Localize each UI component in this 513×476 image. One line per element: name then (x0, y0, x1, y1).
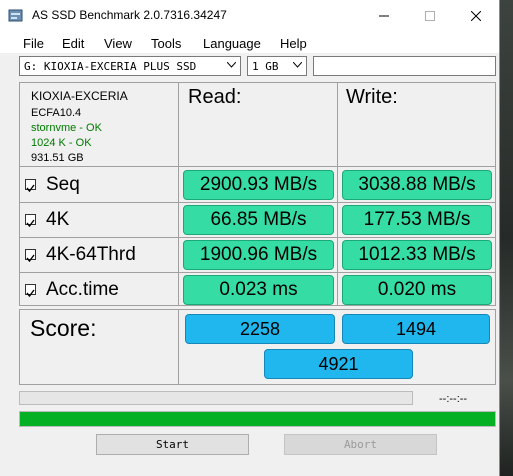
menu-edit[interactable]: Edit (62, 36, 84, 51)
seq-checkbox[interactable] (25, 179, 36, 193)
score-read: 2258 (185, 314, 335, 344)
window-title: AS SSD Benchmark 2.0.7316.34247 (32, 8, 227, 22)
grid-divider (19, 202, 496, 203)
drive-firmware: ECFA10.4 (31, 107, 82, 119)
checkmark-icon (26, 184, 35, 193)
menu-view[interactable]: View (104, 36, 132, 51)
drive-capacity: 931.51 GB (31, 152, 84, 164)
seq-label: Seq (46, 174, 80, 195)
abort-button-label: Abort (343, 438, 378, 451)
menu-tools[interactable]: Tools (151, 36, 181, 51)
driver-status: stornvme - OK (31, 122, 102, 134)
app-window: AS SSD Benchmark 2.0.7316.34247 File Edi… (0, 0, 500, 476)
checkmark-icon (26, 254, 35, 263)
menu-file[interactable]: File (23, 36, 44, 51)
close-button[interactable] (453, 0, 499, 31)
maximize-icon (425, 10, 435, 21)
score-write: 1494 (342, 314, 490, 344)
menu-language[interactable]: Language (203, 36, 261, 51)
acctime-checkbox[interactable] (25, 284, 36, 298)
name-input[interactable] (313, 56, 496, 76)
score-label: Score: (30, 315, 97, 341)
menu-bar: File Edit View Tools Language Help (0, 31, 499, 53)
acctime-write-result: 0.020 ms (342, 275, 492, 305)
4k-write-value: 177.53 MB/s (363, 209, 471, 230)
grid-divider (19, 272, 496, 273)
size-select-value: 1 GB (252, 60, 279, 73)
score-total-value: 4921 (318, 353, 359, 374)
4k-label: 4K (46, 209, 70, 230)
size-select[interactable]: 1 GB (247, 56, 307, 76)
drive-select[interactable]: G: KIOXIA-EXCERIA PLUS SSD (19, 56, 241, 76)
desktop-background (500, 0, 513, 476)
minimize-button[interactable] (361, 0, 407, 31)
overall-progress-fill (20, 412, 495, 426)
grid-divider (19, 237, 496, 238)
test-progress-bar (19, 391, 413, 405)
4k64-read-value: 1900.96 MB/s (199, 244, 318, 265)
close-icon (471, 10, 481, 21)
app-icon (8, 9, 23, 22)
alignment-status: 1024 K - OK (31, 137, 92, 149)
4k64-label: 4K-64Thrd (46, 244, 136, 265)
4k-read-result: 66.85 MB/s (183, 205, 334, 235)
4k64-write-value: 1012.33 MB/s (358, 244, 476, 265)
chevron-down-icon (293, 62, 302, 68)
title-bar: AS SSD Benchmark 2.0.7316.34247 (0, 0, 499, 31)
abort-button[interactable]: Abort (284, 434, 437, 455)
start-button-label: Start (155, 438, 190, 451)
seq-read-result: 2900.93 MB/s (183, 170, 334, 200)
4k64-write-result: 1012.33 MB/s (342, 240, 492, 270)
minimize-icon (379, 15, 389, 16)
seq-write-result: 3038.88 MB/s (342, 170, 492, 200)
4k-write-result: 177.53 MB/s (342, 205, 492, 235)
acctime-read-value: 0.023 ms (219, 279, 298, 300)
score-divider (178, 309, 179, 385)
4k64-checkbox[interactable] (25, 249, 36, 263)
elapsed-time: --:--:-- (439, 393, 468, 405)
drive-select-value: G: KIOXIA-EXCERIA PLUS SSD (24, 60, 197, 73)
chevron-down-icon (227, 62, 236, 68)
4k64-read-result: 1900.96 MB/s (183, 240, 334, 270)
score-read-value: 2258 (239, 318, 281, 339)
acctime-write-value: 0.020 ms (377, 279, 457, 300)
maximize-button[interactable] (407, 0, 453, 31)
start-button[interactable]: Start (96, 434, 249, 455)
checkmark-icon (26, 219, 35, 228)
4k-read-value: 66.85 MB/s (210, 209, 307, 230)
grid-divider (19, 166, 496, 167)
overall-progress-bar (19, 411, 496, 427)
drive-model: KIOXIA-EXCERIA (31, 89, 128, 103)
checkmark-icon (26, 289, 35, 298)
score-total: 4921 (264, 349, 413, 379)
acctime-label: Acc.time (46, 279, 119, 300)
seq-write-value: 3038.88 MB/s (358, 174, 476, 195)
4k-checkbox[interactable] (25, 214, 36, 228)
score-write-value: 1494 (395, 318, 437, 339)
read-header: Read: (188, 86, 242, 108)
acctime-read-result: 0.023 ms (183, 275, 334, 305)
menu-help[interactable]: Help (280, 36, 307, 51)
seq-read-value: 2900.93 MB/s (199, 174, 318, 195)
write-header: Write: (346, 86, 398, 108)
